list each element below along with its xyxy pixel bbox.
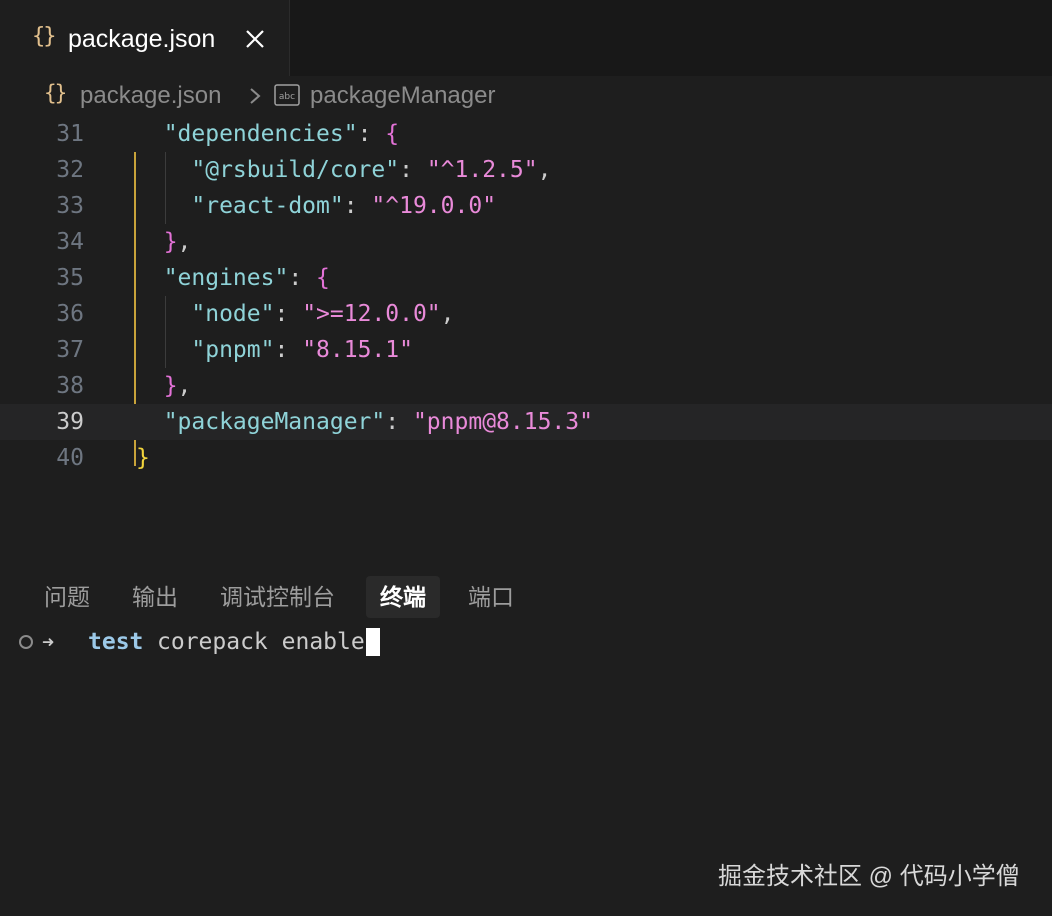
editor-tab-bar: {} package.json [0, 0, 1052, 76]
code-line[interactable]: 32 "@rsbuild/core": "^1.2.5", [0, 152, 1052, 188]
json-value: "pnpm@8.15.3" [412, 409, 593, 435]
code-line[interactable]: 37 "pnpm": "8.15.1" [0, 332, 1052, 368]
line-number: 39 [56, 409, 84, 435]
string-symbol-icon: abc [274, 84, 300, 106]
json-comma: , [537, 157, 552, 183]
code-line[interactable]: 38}, [0, 368, 1052, 404]
code-line[interactable]: 40} [0, 440, 1052, 476]
code-content: "@rsbuild/core": "^1.2.5", [191, 152, 551, 188]
json-close-brace: } [163, 229, 178, 255]
code-content: "packageManager": "pnpm@8.15.3" [164, 404, 593, 440]
json-separator: : [385, 409, 413, 435]
json-comma: , [177, 229, 192, 255]
tab-output[interactable]: 输出 [132, 580, 178, 614]
code-line[interactable]: 31 "dependencies": { [0, 116, 1052, 152]
terminal-prompt[interactable]: ➜ test corepack enable [0, 622, 1052, 662]
chevron-right-icon [250, 88, 261, 104]
code-line[interactable]: 35 "engines": { [0, 260, 1052, 296]
tab-package-json[interactable]: {} package.json [0, 0, 290, 76]
code-line[interactable]: 36 "node": ">=12.0.0", [0, 296, 1052, 332]
json-key: "@rsbuild/core" [191, 157, 400, 183]
code-content: "node": ">=12.0.0", [191, 296, 454, 332]
code-editor[interactable]: 31 "dependencies": {32 "@rsbuild/core": "^… [0, 116, 1052, 556]
close-icon[interactable] [240, 24, 270, 54]
json-close-brace: } [136, 445, 150, 471]
json-file-icon: {} [32, 24, 56, 49]
line-number: 40 [56, 445, 84, 471]
json-key: "pnpm" [191, 337, 275, 363]
breadcrumb: {} package.json abc packageManager [0, 76, 1052, 116]
line-number: 38 [56, 373, 84, 399]
code-content: "pnpm": "8.15.1" [191, 332, 413, 368]
json-open-brace: { [385, 121, 400, 147]
code-content: "dependencies": { [164, 116, 399, 152]
json-separator: : [357, 121, 386, 147]
json-key: "node" [191, 301, 275, 327]
json-value: ">=12.0.0" [302, 301, 441, 327]
code-content: } [136, 440, 150, 476]
panel-tab-bar: 问题 输出 调试控制台 终端 端口 [0, 570, 1052, 620]
line-number: 33 [56, 193, 84, 219]
code-content: "engines": { [164, 260, 330, 296]
json-file-icon: {} [44, 81, 67, 105]
code-content: "react-dom": "^19.0.0" [191, 188, 496, 224]
json-separator: : [343, 193, 372, 219]
json-key: "engines" [163, 265, 289, 291]
line-number: 34 [56, 229, 84, 255]
prompt-arrow-icon: ➜ [42, 630, 55, 654]
breadcrumb-symbol[interactable]: packageManager [310, 81, 495, 111]
code-line[interactable]: 33 "react-dom": "^19.0.0" [0, 188, 1052, 224]
tab-label: package.json [68, 25, 216, 53]
json-separator: : [399, 157, 427, 183]
json-separator: : [274, 337, 303, 363]
tab-debug-console[interactable]: 调试控制台 [220, 580, 335, 614]
terminal-cursor [366, 628, 380, 656]
json-key: "packageManager" [163, 409, 386, 435]
json-separator: : [274, 301, 303, 327]
json-close-brace: } [163, 373, 178, 399]
svg-text:abc: abc [279, 92, 295, 102]
line-number: 35 [56, 265, 84, 291]
json-value: "^1.2.5" [426, 157, 538, 183]
command-decoration-icon[interactable] [19, 635, 33, 649]
json-key: "react-dom" [191, 193, 344, 219]
json-comma: , [440, 301, 455, 327]
terminal-command[interactable]: corepack enable [157, 622, 365, 662]
json-comma: , [177, 373, 192, 399]
tab-terminal[interactable]: 终端 [366, 576, 440, 618]
json-value: "8.15.1" [302, 337, 413, 363]
code-line[interactable]: 39 "packageManager": "pnpm@8.15.3" [0, 404, 1052, 440]
json-open-brace: { [316, 265, 330, 291]
tab-ports[interactable]: 端口 [468, 580, 514, 614]
code-content: }, [164, 224, 192, 260]
line-number: 36 [56, 301, 84, 327]
line-number: 37 [56, 337, 84, 363]
tab-problems[interactable]: 问题 [44, 580, 90, 614]
line-number: 31 [56, 121, 84, 147]
json-key: "dependencies" [163, 121, 358, 147]
current-directory: test [88, 629, 144, 655]
watermark: 掘金技术社区 @ 代码小学僧 [718, 863, 1020, 890]
code-line[interactable]: 34}, [0, 224, 1052, 260]
line-number: 32 [56, 157, 84, 183]
json-value: "^19.0.0" [371, 193, 497, 219]
breadcrumb-file[interactable]: package.json [80, 81, 221, 111]
json-separator: : [288, 265, 317, 291]
code-content: }, [164, 368, 192, 404]
